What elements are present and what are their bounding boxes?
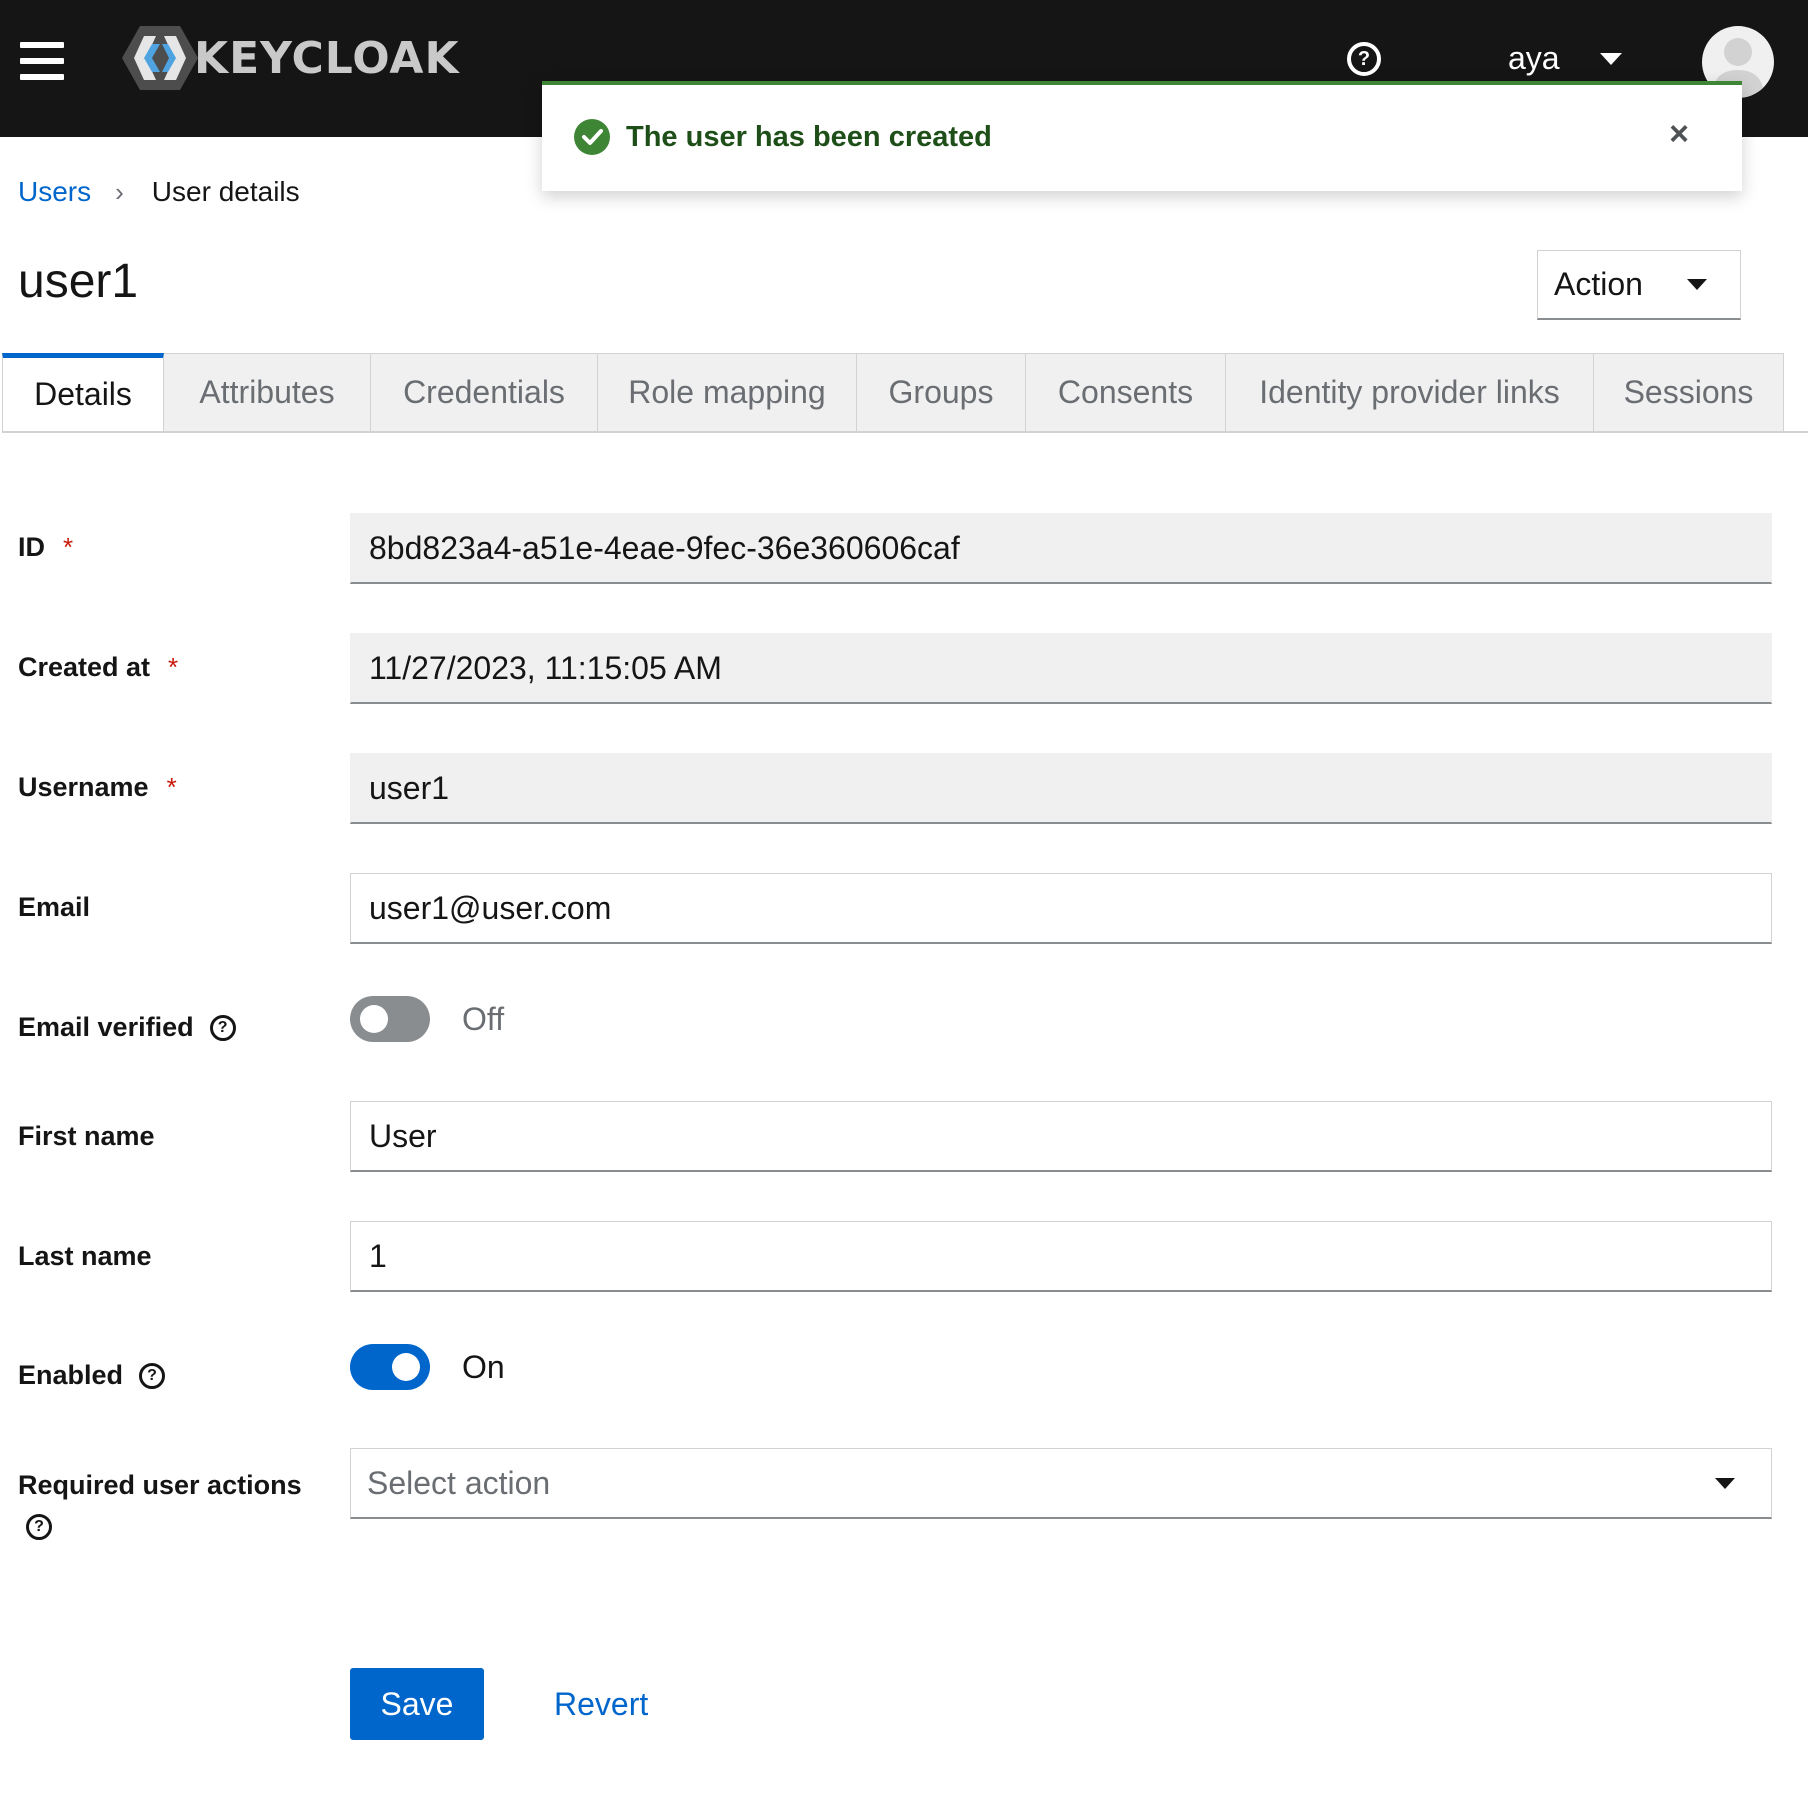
- email-verified-label: Email verified ?: [18, 1012, 236, 1043]
- created-at-label-text: Created at: [18, 652, 151, 682]
- check-circle-icon: [574, 119, 610, 155]
- last-name-label: Last name: [18, 1241, 152, 1272]
- help-icon[interactable]: ?: [139, 1362, 166, 1389]
- email-verified-toggle[interactable]: Off: [350, 996, 504, 1042]
- action-dropdown[interactable]: Action: [1537, 250, 1741, 320]
- enabled-toggle[interactable]: On: [350, 1344, 505, 1390]
- email-field[interactable]: user1@user.com: [350, 873, 1772, 944]
- last-name-field[interactable]: 1: [350, 1221, 1772, 1292]
- tab-attributes[interactable]: Attributes: [164, 353, 371, 431]
- user-dropdown[interactable]: aya: [1508, 40, 1622, 77]
- close-icon[interactable]: ×: [1664, 117, 1694, 151]
- email-value: user1@user.com: [369, 889, 612, 926]
- username-value: user1: [369, 769, 450, 806]
- enabled-label-text: Enabled: [18, 1360, 124, 1390]
- required-marker: *: [63, 532, 74, 562]
- required-actions-label: Required user actions ?: [18, 1468, 318, 1540]
- first-name-label: First name: [18, 1121, 155, 1152]
- email-label-text: Email: [18, 892, 91, 922]
- id-label: ID *: [18, 532, 73, 563]
- chevron-right-icon: ›: [115, 176, 124, 207]
- first-name-field[interactable]: User: [350, 1101, 1772, 1172]
- keycloak-logo-icon: [122, 26, 198, 90]
- created-at-label: Created at *: [18, 652, 178, 683]
- first-name-value: User: [369, 1117, 437, 1154]
- id-value: 8bd823a4-a51e-4eae-9fec-36e360606caf: [369, 529, 960, 566]
- username-field-label: Username *: [18, 772, 177, 803]
- tab-identity-provider-links[interactable]: Identity provider links: [1226, 353, 1594, 431]
- tab-bar: Details Attributes Credentials Role mapp…: [2, 353, 1808, 433]
- breadcrumb-current: User details: [151, 176, 300, 207]
- created-at-value: 11/27/2023, 11:15:05 AM: [369, 649, 722, 686]
- action-label: Action: [1554, 266, 1643, 302]
- required-actions-label-text: Required user actions: [18, 1470, 302, 1500]
- brand-name: KEYCLOAK: [194, 32, 460, 84]
- toggle-switch[interactable]: [350, 996, 430, 1042]
- last-name-value: 1: [369, 1237, 387, 1274]
- required-marker: *: [166, 772, 177, 802]
- id-field[interactable]: 8bd823a4-a51e-4eae-9fec-36e360606caf: [350, 513, 1772, 584]
- tab-groups[interactable]: Groups: [857, 353, 1026, 431]
- tab-details[interactable]: Details: [2, 353, 164, 431]
- keycloak-logo[interactable]: KEYCLOAK: [122, 24, 460, 92]
- enabled-state: On: [462, 1348, 505, 1385]
- username-label-text: Username: [18, 772, 149, 802]
- required-marker: *: [168, 652, 179, 682]
- breadcrumb-users-link[interactable]: Users: [18, 176, 91, 208]
- help-icon[interactable]: ?: [26, 1514, 52, 1540]
- breadcrumb: Users › User details: [18, 176, 300, 208]
- save-button[interactable]: Save: [350, 1668, 484, 1740]
- help-icon[interactable]: ?: [209, 1014, 236, 1041]
- toast-title: The user has been created: [626, 121, 992, 153]
- toggle-switch[interactable]: [350, 1344, 430, 1390]
- email-verified-state: Off: [462, 1000, 505, 1037]
- required-actions-select[interactable]: Select action: [350, 1448, 1772, 1519]
- caret-down-icon: [1599, 52, 1622, 65]
- tab-credentials[interactable]: Credentials: [371, 353, 598, 431]
- id-label-text: ID: [18, 532, 45, 562]
- enabled-label: Enabled ?: [18, 1360, 166, 1391]
- last-name-label-text: Last name: [18, 1241, 152, 1271]
- select-placeholder: Select action: [367, 1464, 551, 1501]
- success-toast: The user has been created ×: [542, 81, 1742, 191]
- email-label: Email: [18, 892, 90, 923]
- tab-sessions[interactable]: Sessions: [1594, 353, 1784, 431]
- email-verified-label-text: Email verified: [18, 1012, 194, 1042]
- page-title: user1: [18, 255, 139, 308]
- caret-down-icon: [1715, 1477, 1735, 1489]
- revert-button[interactable]: Revert: [548, 1668, 654, 1740]
- help-icon[interactable]: ?: [1347, 42, 1381, 76]
- username-label: aya: [1508, 40, 1560, 76]
- hamburger-menu-icon[interactable]: [20, 42, 64, 80]
- caret-down-icon: [1686, 279, 1707, 290]
- created-at-field[interactable]: 11/27/2023, 11:15:05 AM: [350, 633, 1772, 704]
- username-field[interactable]: user1: [350, 753, 1772, 824]
- first-name-label-text: First name: [18, 1121, 155, 1151]
- tab-consents[interactable]: Consents: [1026, 353, 1226, 431]
- tab-role-mapping[interactable]: Role mapping: [598, 353, 857, 431]
